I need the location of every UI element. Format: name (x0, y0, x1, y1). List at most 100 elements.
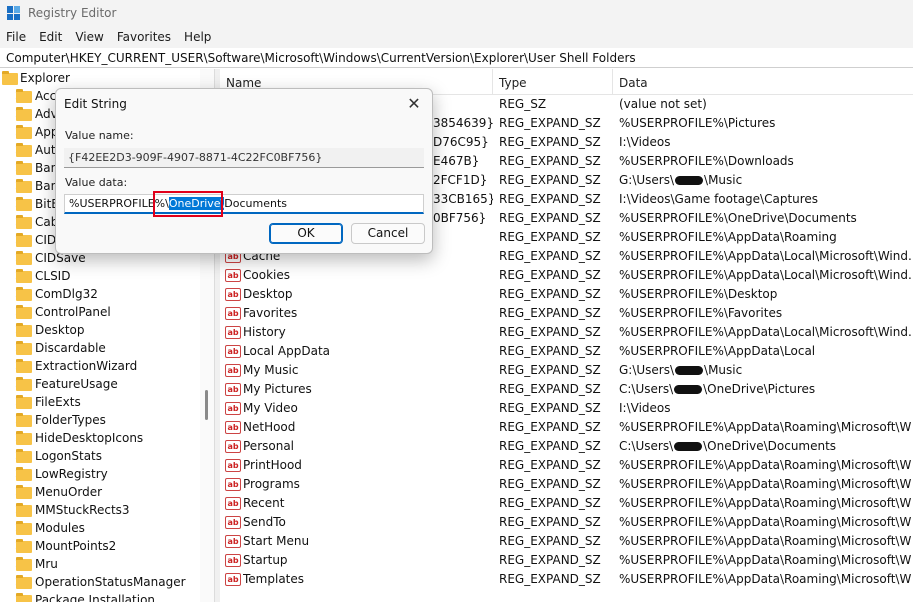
menu-help[interactable]: Help (184, 30, 211, 44)
value-name-field: {F42EE2D3-909F-4907-8871-4C22FC0BF756} (64, 148, 424, 168)
table-row[interactable]: ab PrintHood REG_EXPAND_SZ %USERPROFILE%\Ap… (220, 456, 913, 475)
value-type: REG_EXPAND_SZ (499, 458, 601, 472)
tree-item[interactable]: MountPoints2 (0, 537, 200, 555)
folder-icon (16, 449, 32, 463)
folder-icon (16, 305, 32, 319)
tree-item[interactable]: Desktop (0, 321, 200, 339)
tree-item[interactable]: LowRegistry (0, 465, 200, 483)
table-row[interactable]: ab Startup REG_EXPAND_SZ %USERPROFILE%\AppD… (220, 551, 913, 570)
tree-item[interactable]: ControlPanel (0, 303, 200, 321)
tree-item-label: ControlPanel (35, 305, 111, 319)
tree-item[interactable]: FolderTypes (0, 411, 200, 429)
value-type: REG_EXPAND_SZ (499, 496, 601, 510)
tree-item[interactable]: Discardable (0, 339, 200, 357)
folder-icon (16, 503, 32, 517)
table-row[interactable]: ab Templates REG_EXPAND_SZ %USERPROFILE%\Ap… (220, 570, 913, 589)
table-row[interactable]: ab My Video REG_EXPAND_SZ I:\Videos (220, 399, 913, 418)
menu-favorites[interactable]: Favorites (117, 30, 171, 44)
string-value-icon: ab (225, 573, 241, 586)
tree-item-label: Discardable (35, 341, 106, 355)
tree-item-label: MMStuckRects3 (35, 503, 130, 517)
value-name: 2FCF1D} (433, 173, 488, 187)
value-name: SendTo (243, 515, 286, 529)
column-header-data[interactable]: Data (613, 69, 913, 95)
dialog-title-bar[interactable]: Edit String ✕ (56, 89, 432, 119)
value-data-input[interactable]: %USERPROFILE%\OneDrive\Documents (64, 194, 424, 214)
value-name: Cookies (243, 268, 290, 282)
tree-scrollbar-thumb[interactable] (205, 390, 208, 420)
table-row[interactable]: ab Local AppData REG_EXPAND_SZ %USERPROFILE… (220, 342, 913, 361)
tree-item-label: Modules (35, 521, 85, 535)
value-type: REG_EXPAND_SZ (499, 135, 601, 149)
table-row[interactable]: ab NetHood REG_EXPAND_SZ %USERPROFILE%\AppD… (220, 418, 913, 437)
value-data: I:\Videos (619, 135, 671, 149)
folder-icon (16, 233, 32, 247)
value-data: (value not set) (619, 97, 707, 111)
tree-item[interactable]: FileExts (0, 393, 200, 411)
tree-item[interactable]: ComDlg32 (0, 285, 200, 303)
table-row[interactable]: ab Cookies REG_EXPAND_SZ %USERPROFILE%\AppD… (220, 266, 913, 285)
tree-item[interactable]: Package Installation (0, 591, 200, 602)
tree-item[interactable]: LogonStats (0, 447, 200, 465)
menu-view[interactable]: View (75, 30, 103, 44)
tree-item[interactable]: HideDesktopIcons (0, 429, 200, 447)
table-row[interactable]: ab SendTo REG_EXPAND_SZ %USERPROFILE%\AppDa… (220, 513, 913, 532)
tree-item[interactable]: MenuOrder (0, 483, 200, 501)
value-name (433, 95, 493, 114)
tree-item[interactable]: Modules (0, 519, 200, 537)
tree-item[interactable]: MMStuckRects3 (0, 501, 200, 519)
string-value-icon: ab (225, 478, 241, 491)
close-icon[interactable]: ✕ (404, 94, 424, 114)
value-data: %USERPROFILE%\OneDrive\Documents (619, 211, 857, 225)
value-data: C:\Users\ \OneDrive\Pictures (619, 380, 911, 399)
value-name: Startup (243, 553, 288, 567)
value-name: Templates (243, 572, 305, 586)
value-data: %USERPROFILE%\AppData\Roaming\Microsoft\… (619, 458, 911, 472)
table-row[interactable]: ab Start Menu REG_EXPAND_SZ %USERPROFILE%\A… (220, 532, 913, 551)
value-type: REG_EXPAND_SZ (499, 116, 601, 130)
value-type: REG_EXPAND_SZ (499, 154, 601, 168)
tree-item[interactable]: OperationStatusManager (0, 573, 200, 591)
value-type: REG_EXPAND_SZ (499, 211, 601, 225)
string-value-icon: ab (225, 402, 241, 415)
value-data-prefix: C:\Users\ (619, 439, 674, 453)
tree-item[interactable]: Explorer (0, 69, 200, 87)
address-bar[interactable]: Computer\HKEY_CURRENT_USER\Software\Micr… (0, 48, 913, 68)
value-data: %USERPROFILE%\Pictures (619, 116, 776, 130)
table-row[interactable]: ab Recent REG_EXPAND_SZ %USERPROFILE%\AppDa… (220, 494, 913, 513)
tree-item[interactable]: FeatureUsage (0, 375, 200, 393)
table-row[interactable]: ab History REG_EXPAND_SZ %USERPROFILE%\AppD… (220, 323, 913, 342)
table-row[interactable]: ab Programs REG_EXPAND_SZ %USERPROFILE%\App… (220, 475, 913, 494)
column-header-type[interactable]: Type (493, 69, 613, 95)
edit-string-dialog: Edit String ✕ Value name: {F42EE2D3-909F… (55, 88, 433, 254)
value-type: REG_EXPAND_SZ (499, 401, 601, 415)
table-row[interactable]: ab Favorites REG_EXPAND_SZ %USERPROFILE%\Fa… (220, 304, 913, 323)
ok-button[interactable]: OK (269, 223, 343, 244)
folder-icon (16, 323, 32, 337)
table-row[interactable]: ab Personal REG_EXPAND_SZ C:\Users\ \OneDriv… (220, 437, 913, 456)
cancel-button[interactable]: Cancel (351, 223, 425, 244)
table-row[interactable]: ab My Music REG_EXPAND_SZ G:\Users\ \Music (220, 361, 913, 380)
table-row[interactable]: ab Desktop REG_EXPAND_SZ %USERPROFILE%\Desk… (220, 285, 913, 304)
menu-file[interactable]: File (6, 30, 26, 44)
tree-item[interactable]: ExtractionWizard (0, 357, 200, 375)
folder-icon (16, 467, 32, 481)
value-type: REG_EXPAND_SZ (499, 477, 601, 491)
value-name: NetHood (243, 420, 296, 434)
menu-edit[interactable]: Edit (39, 30, 62, 44)
value-name (433, 228, 493, 247)
value-data: C:\Users\ \OneDrive\Documents (619, 437, 911, 456)
value-type: REG_SZ (499, 97, 547, 111)
value-name: 3854639} (433, 116, 493, 130)
tree-item[interactable]: CLSID (0, 267, 200, 285)
window-title: Registry Editor (28, 6, 117, 20)
tree-item[interactable]: Mru (0, 555, 200, 573)
value-name: My Video (243, 401, 298, 415)
title-bar: Registry Editor (0, 0, 913, 26)
value-type: REG_EXPAND_SZ (499, 439, 601, 453)
string-value-icon: ab (225, 440, 241, 453)
string-value-icon: ab (225, 345, 241, 358)
folder-icon (16, 287, 32, 301)
table-row[interactable]: ab My Pictures REG_EXPAND_SZ C:\Users\ \OneD… (220, 380, 913, 399)
value-type: REG_EXPAND_SZ (499, 287, 601, 301)
